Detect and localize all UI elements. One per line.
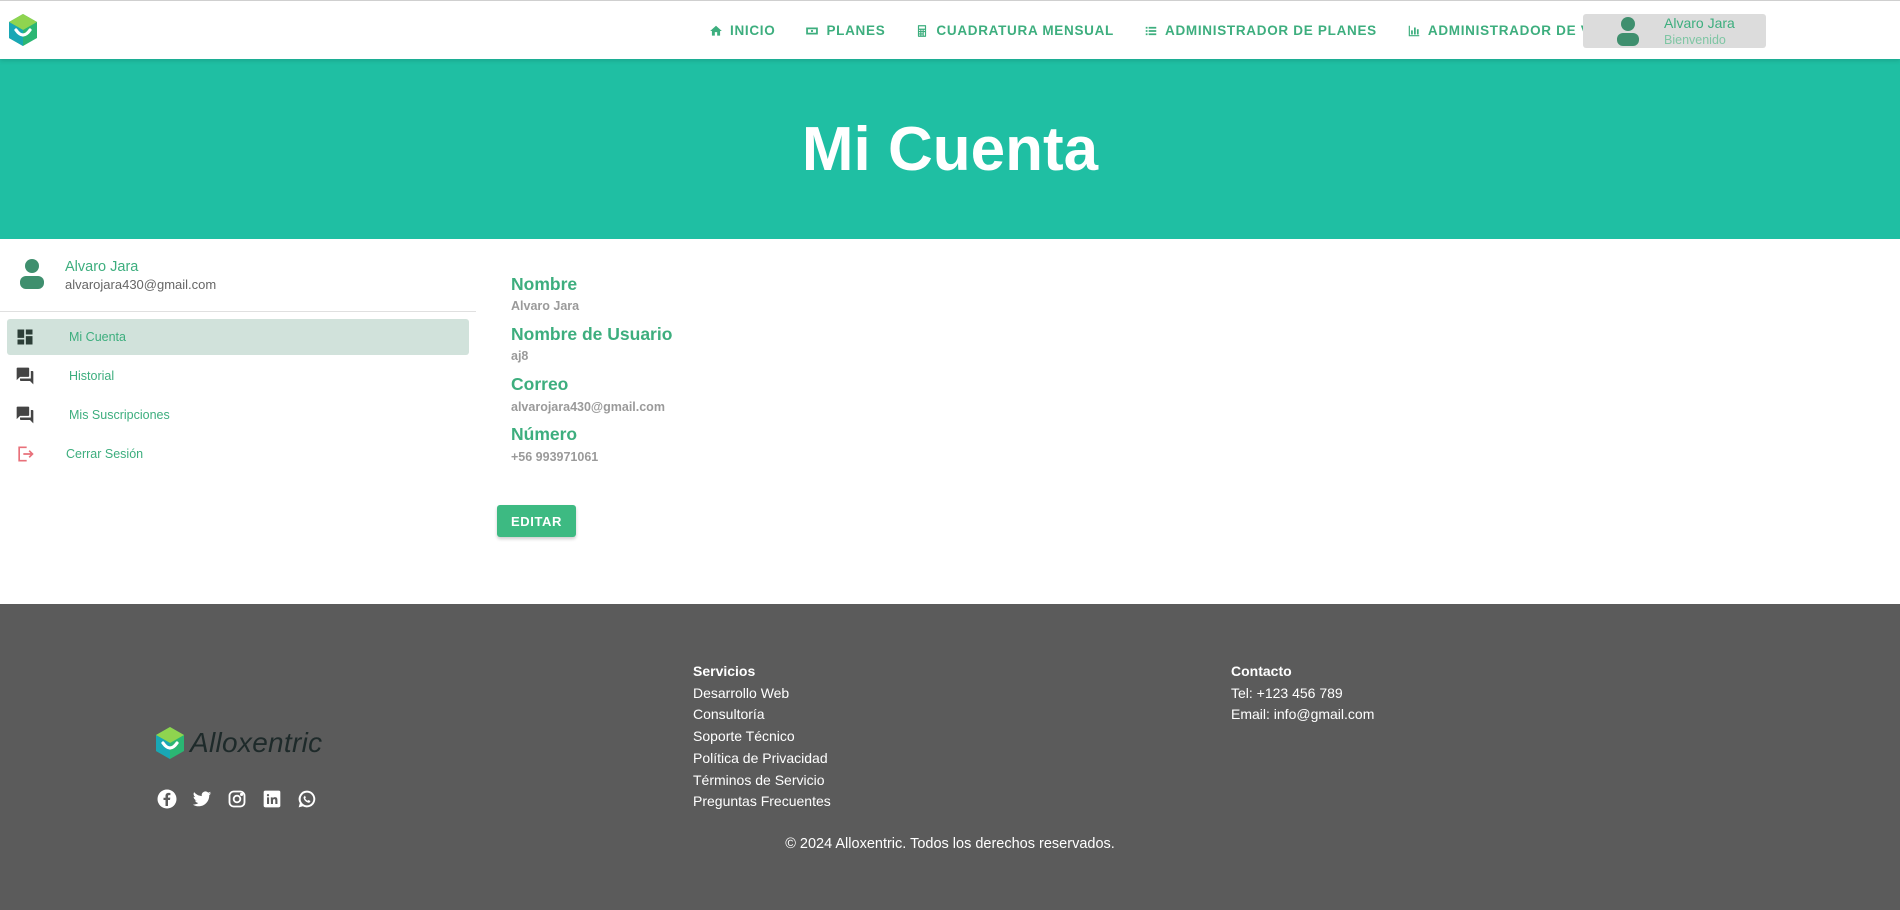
sidebar-item-mi-cuenta[interactable]: Mi Cuenta [7, 319, 469, 355]
footer-link[interactable]: Consultoría [693, 704, 831, 726]
services-heading: Servicios [693, 663, 756, 679]
user-menu-name: Alvaro Jara [1664, 15, 1735, 31]
footer-link[interactable]: Política de Privacidad [693, 748, 831, 770]
footer-link[interactable]: Preguntas Frecuentes [693, 791, 831, 813]
main-nav: INICIO PLANES CUADRATURA MENSUAL ADMINIS… [694, 1, 1654, 60]
footer-logo[interactable]: Alloxentric [155, 726, 322, 760]
money-icon [806, 27, 819, 34]
brand-logo-icon [156, 727, 184, 759]
contact-email[interactable]: Email: info@gmail.com [1231, 704, 1374, 726]
phone-value: +56 993971061 [511, 450, 599, 464]
edit-button[interactable]: EDITAR [497, 505, 576, 537]
whatsapp-icon[interactable] [297, 789, 317, 809]
phone-label: Número [511, 424, 578, 444]
page-footer: Alloxentric Servicios Desarrollo Web Con… [0, 604, 1900, 910]
twitter-icon[interactable] [192, 789, 212, 809]
profile-email: alvarojara430@gmail.com [65, 277, 217, 292]
footer-link[interactable]: Términos de Servicio [693, 770, 831, 792]
sidebar-item-label: Mi Cuenta [69, 330, 126, 344]
footer-contact: Contacto Tel: +123 456 789 Email: info@g… [1231, 661, 1374, 726]
footer-link[interactable]: Desarrollo Web [693, 683, 831, 705]
chat-icon [16, 367, 34, 385]
sidebar-item-label: Mis Suscripciones [69, 408, 170, 422]
contact-heading: Contacto [1231, 663, 1292, 679]
nav-planes[interactable]: PLANES [790, 11, 900, 51]
nav-inicio[interactable]: INICIO [694, 11, 790, 51]
facebook-icon[interactable] [157, 789, 177, 809]
account-sidebar: Alvaro Jara alvarojara430@gmail.com Mi C… [0, 239, 476, 604]
sidebar-item-label: Historial [69, 369, 115, 383]
user-menu[interactable]: Alvaro Jara Bienvenido [1583, 14, 1766, 48]
username-value: aj8 [511, 349, 529, 363]
calculator-icon [918, 24, 927, 37]
profile-name: Alvaro Jara [65, 259, 139, 275]
instagram-icon[interactable] [227, 789, 247, 809]
name-label: Nombre [511, 274, 578, 294]
footer-services: Servicios Desarrollo Web Consultoría Sop… [693, 661, 831, 813]
top-navbar: INICIO PLANES CUADRATURA MENSUAL ADMINIS… [0, 0, 1900, 59]
chat-icon [16, 406, 34, 424]
user-avatar-icon [1617, 17, 1639, 46]
sidebar-item-label: Cerrar Sesión [66, 447, 144, 461]
nav-planes-label: PLANES [826, 23, 886, 38]
profile-avatar-icon [20, 259, 44, 289]
name-value: Alvaro Jara [511, 299, 580, 313]
home-icon [710, 25, 722, 36]
nav-inicio-label: INICIO [730, 23, 776, 38]
sidebar-item-suscripciones[interactable]: Mis Suscripciones [7, 397, 469, 433]
nav-admin-planes[interactable]: ADMINISTRADOR DE PLANES [1129, 11, 1392, 51]
sidebar-item-cerrar-sesion[interactable]: Cerrar Sesión [7, 436, 469, 472]
footer-link[interactable]: Soporte Técnico [693, 726, 831, 748]
list-icon [1145, 26, 1157, 35]
email-label: Correo [511, 374, 569, 394]
copyright-text: © 2024 Alloxentric. Todos los derechos r… [785, 836, 1115, 852]
nav-cuadratura[interactable]: CUADRATURA MENSUAL [900, 11, 1129, 51]
footer-brand-name: Alloxentric [190, 727, 323, 758]
bar-chart-icon [1408, 25, 1420, 36]
app-logo-icon[interactable] [8, 13, 38, 47]
user-menu-greeting: Bienvenido [1664, 33, 1726, 47]
email-value: alvarojara430@gmail.com [511, 400, 665, 414]
sidebar-item-historial[interactable]: Historial [7, 358, 469, 394]
page-hero: Mi Cuenta [0, 59, 1900, 239]
sidebar-profile: Alvaro Jara alvarojara430@gmail.com [0, 239, 476, 312]
contact-phone: Tel: +123 456 789 [1231, 684, 1343, 701]
nav-cuadratura-label: CUADRATURA MENSUAL [936, 23, 1115, 38]
nav-admin-planes-label: ADMINISTRADOR DE PLANES [1165, 23, 1377, 38]
logout-icon [18, 446, 34, 462]
linkedin-icon[interactable] [262, 789, 282, 809]
dashboard-icon [17, 329, 33, 345]
username-label: Nombre de Usuario [511, 324, 673, 344]
social-links [157, 789, 332, 809]
page-title: Mi Cuenta [801, 114, 1099, 184]
